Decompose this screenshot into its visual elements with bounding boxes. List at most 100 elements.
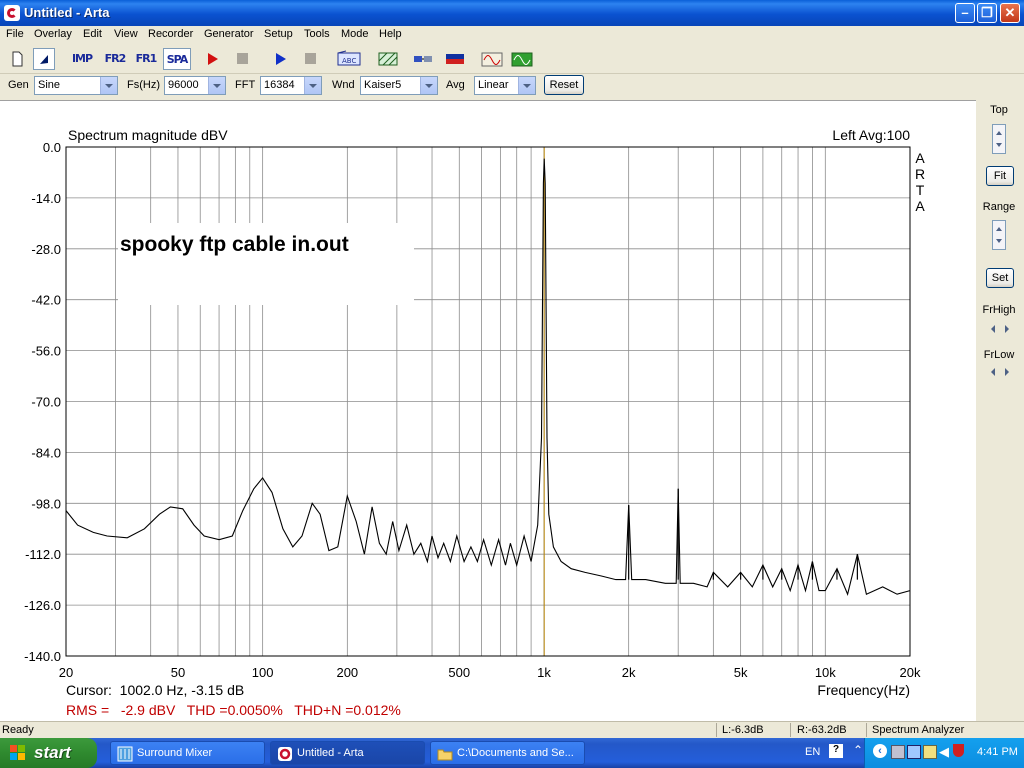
fft-value: 16384 [264,79,295,91]
cursor-tool-button[interactable] [33,48,55,70]
system-tray: EN ? ⌃ ‹ ◀ 4:41 PM [805,738,1024,768]
stop-record-button[interactable] [232,48,254,70]
abc-label-icon: ABC [337,50,361,66]
generator-play-button[interactable] [270,48,292,70]
right-control-panel: Top Fit Range Set FrHigh FrLow [976,100,1024,720]
toolbar: IMP FR2 FR1 SPA ABC [0,45,1024,74]
fs-select[interactable]: 96000 [164,76,226,95]
svg-text:ABC: ABC [342,57,356,65]
clock[interactable]: 4:41 PM [977,746,1018,758]
task-label: C:\Documents and Se... [457,747,574,759]
frlow-spinner[interactable] [987,366,1013,378]
record-button[interactable] [202,48,224,70]
connector-icon [414,56,432,62]
chevron-down-icon [518,77,535,94]
menu-view[interactable]: View [114,28,138,40]
chevron-left-icon [991,368,995,376]
frlow-label: FrLow [983,349,1015,361]
range-spinner[interactable] [992,220,1006,250]
x-tick-label: 200 [336,665,358,680]
task-documents-folder[interactable]: C:\Documents and Se... [430,741,585,765]
folder-icon [437,749,453,761]
y-axis-ticks: 0.0 -14.0 -28.0 -42.0 -56.0 -70.0 -84.0 -98.0 -1… [24,140,61,664]
menu-mode[interactable]: Mode [341,28,369,40]
new-button[interactable] [6,48,28,70]
generator-wave-button[interactable] [510,48,534,70]
spectrum-chart[interactable]: 0.0 -14.0 -28.0 -42.0 -56.0 -70.0 -84.0 -98.0 -1… [0,101,976,721]
hatch-pattern-icon [378,52,398,66]
spa-button[interactable]: SPA [163,48,191,70]
fs-value: 96000 [168,79,199,91]
x-axis-ticks: 20 50 100 200 500 1k 2k 5k 10k 20k [59,665,921,680]
y-tick-label: -28.0 [31,242,61,257]
reset-button[interactable]: Reset [544,75,584,95]
link-button[interactable] [411,48,435,70]
chart-title: Spectrum magnitude dBV [68,127,228,143]
top-label: Top [990,104,1008,116]
fr1-button[interactable]: FR1 [133,48,159,70]
task-surround-mixer[interactable]: Surround Mixer [110,741,265,765]
fr1-label: FR1 [135,52,158,65]
x-tick-label: 50 [171,665,185,680]
x-tick-label: 2k [622,665,636,680]
cursor-arrow-icon [40,55,48,64]
task-arta[interactable]: Untitled - Arta [270,741,425,765]
status-ready: Ready [2,724,34,736]
menu-edit[interactable]: Edit [83,28,102,40]
scope-button[interactable] [480,48,504,70]
menu-help[interactable]: Help [379,28,402,40]
folder-tray-icon[interactable] [923,745,937,759]
restore-button[interactable]: ❐ [977,3,997,23]
network-icon[interactable] [907,745,921,759]
hatch-button[interactable] [376,48,400,70]
fit-button[interactable]: Fit [986,166,1014,186]
harmonic-spikes [628,488,858,580]
menu-file[interactable]: File [6,28,24,40]
avg-select[interactable]: Linear [474,76,536,95]
generator-stop-button[interactable] [300,48,322,70]
label-button[interactable]: ABC [336,48,362,70]
settings-bar: Gen Sine Fs(Hz) 96000 FFT 16384 Wnd Kais… [0,74,1024,98]
language-indicator[interactable]: EN [805,746,820,758]
x-tick-label: 20 [59,665,73,680]
menu-tools[interactable]: Tools [304,28,330,40]
status-divider [866,723,867,737]
minimize-button[interactable]: – [955,3,975,23]
menu-recorder[interactable]: Recorder [148,28,193,40]
menu-overlay[interactable]: Overlay [34,28,72,40]
security-shield-icon[interactable] [953,744,964,757]
speaker-icon[interactable]: ◀ [939,744,949,760]
top-spinner[interactable] [992,124,1006,154]
window-title: Untitled - Arta [24,5,110,20]
new-document-icon [12,51,23,67]
wnd-select[interactable]: Kaiser5 [360,76,438,95]
menu-setup[interactable]: Setup [264,28,293,40]
tray-expand-icon[interactable]: ‹ [873,744,887,758]
tray-app-icon[interactable] [891,745,905,759]
menu-generator[interactable]: Generator [204,28,254,40]
help-icon[interactable]: ? [829,744,843,758]
title-bar[interactable]: Untitled - Arta – ❐ ✕ [0,0,1024,26]
status-right-level: R:-63.2dB [797,724,847,736]
fr2-button[interactable]: FR2 [102,48,128,70]
close-button[interactable]: ✕ [1000,3,1020,23]
y-tick-label: -56.0 [31,344,61,359]
color-button[interactable] [443,48,467,70]
arta-app-icon[interactable] [4,5,20,21]
chevron-up-down-icon[interactable]: ⌃ [853,743,863,757]
y-tick-label: -14.0 [31,191,61,206]
set-button[interactable]: Set [986,268,1014,288]
frhigh-spinner[interactable] [987,323,1013,335]
green-wave-icon [511,52,533,67]
fft-select[interactable]: 16384 [260,76,322,95]
gen-value: Sine [38,79,61,91]
spectrum-chart-panel[interactable]: 0.0 -14.0 -28.0 -42.0 -56.0 -70.0 -84.0 -98.0 -1… [0,100,976,721]
y-tick-label: -112.0 [25,547,61,562]
imp-button[interactable]: IMP [68,48,96,70]
y-tick-label: -70.0 [31,395,61,410]
gen-select[interactable]: Sine [34,76,118,95]
start-button[interactable]: start [0,738,97,768]
x-tick-label: 20k [900,665,921,680]
x-tick-label: 5k [734,665,748,680]
chevron-down-icon [100,77,117,94]
